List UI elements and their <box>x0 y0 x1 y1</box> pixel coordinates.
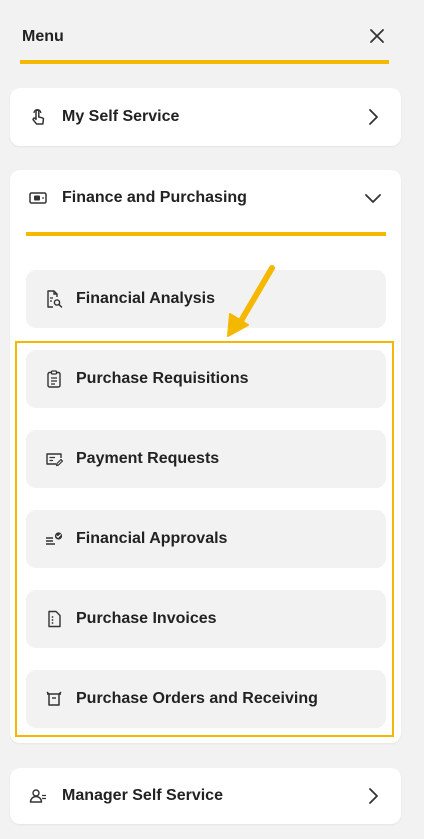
close-icon[interactable] <box>367 26 387 46</box>
manager-self-service-label: Manager Self Service <box>62 787 223 804</box>
payment-requests-item[interactable]: Payment Requests <box>26 430 386 488</box>
manager-self-service-card: Manager Self Service <box>10 768 401 824</box>
financial-approvals-item[interactable]: Financial Approvals <box>26 510 386 568</box>
financial-approvals-label: Financial Approvals <box>76 530 228 547</box>
menu-header: Menu <box>20 18 389 64</box>
cash-icon <box>28 188 48 208</box>
purchase-requisitions-label: Purchase Requisitions <box>76 370 249 387</box>
purchase-invoices-item[interactable]: Purchase Invoices <box>26 590 386 648</box>
chevron-down-icon <box>365 194 381 203</box>
menu-title: Menu <box>22 28 64 45</box>
finance-and-purchasing-item[interactable]: Finance and Purchasing <box>10 170 401 226</box>
people-icon <box>28 786 48 806</box>
finance-card: Finance and Purchasing Financial Analysi… <box>10 170 401 743</box>
my-self-service-item[interactable]: My Self Service <box>10 89 401 145</box>
financial-analysis-item[interactable]: Financial Analysis <box>26 270 386 328</box>
finance-active-underline <box>26 232 386 236</box>
my-self-service-card: My Self Service <box>10 88 401 146</box>
chevron-right-icon <box>369 109 378 125</box>
my-self-service-label: My Self Service <box>62 108 180 125</box>
purchase-orders-and-receiving-label: Purchase Orders and Receiving <box>76 690 318 707</box>
manager-self-service-item[interactable]: Manager Self Service <box>10 768 401 824</box>
purchase-requisitions-item[interactable]: Purchase Requisitions <box>26 350 386 408</box>
purchase-orders-and-receiving-item[interactable]: Purchase Orders and Receiving <box>26 670 386 728</box>
touch-hand-icon <box>28 107 48 127</box>
clipboard-icon <box>44 369 64 389</box>
invoice-icon <box>44 609 64 629</box>
chevron-right-icon <box>369 788 378 804</box>
payment-requests-label: Payment Requests <box>76 450 220 467</box>
purchase-invoices-label: Purchase Invoices <box>76 610 217 627</box>
finance-and-purchasing-label: Finance and Purchasing <box>62 189 247 206</box>
edit-card-icon <box>44 449 64 469</box>
approval-list-icon <box>44 529 64 549</box>
financial-analysis-label: Financial Analysis <box>76 290 216 307</box>
basket-icon <box>44 689 64 709</box>
document-search-icon <box>44 289 64 309</box>
